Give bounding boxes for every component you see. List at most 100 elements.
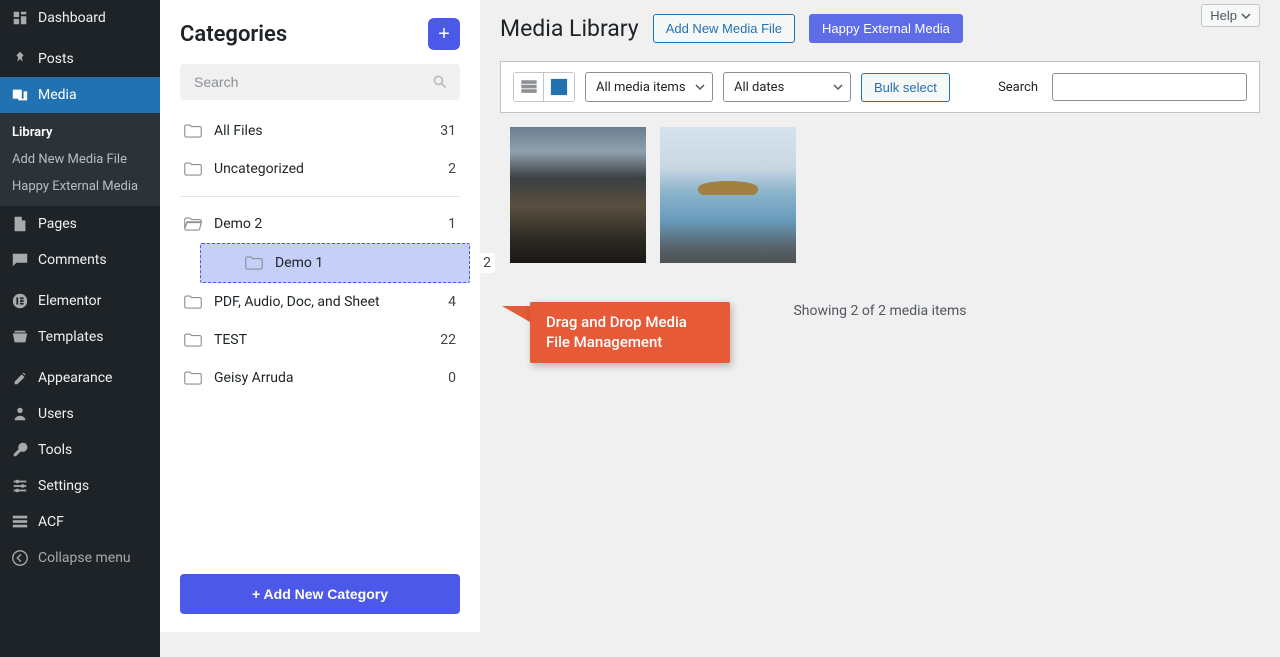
chevron-down-icon — [694, 81, 706, 93]
category-demo-2[interactable]: Demo 2 1 — [180, 205, 460, 243]
admin-sidebar: Dashboard Posts Media Library Add New Me… — [0, 0, 160, 657]
menu-label: Elementor — [38, 293, 101, 309]
menu-label: Users — [38, 406, 74, 422]
menu-pages[interactable]: Pages — [0, 206, 160, 242]
media-search-input[interactable] — [1052, 73, 1247, 101]
tools-icon — [10, 440, 30, 460]
media-grid — [500, 127, 1260, 263]
media-thumbnail[interactable] — [660, 127, 796, 263]
menu-tools[interactable]: Tools — [0, 432, 160, 468]
category-count: 31 — [440, 123, 456, 139]
comments-icon — [10, 250, 30, 270]
submenu-add-new[interactable]: Add New Media File — [0, 146, 160, 173]
menu-templates[interactable]: Templates — [0, 319, 160, 355]
menu-label: ACF — [38, 514, 64, 530]
add-category-icon-button[interactable]: + — [428, 18, 460, 50]
main-content: Help Media Library Add New Media File Ha… — [480, 0, 1280, 339]
menu-label: Media — [38, 87, 77, 103]
menu-appearance[interactable]: Appearance — [0, 360, 160, 396]
menu-label: Settings — [38, 478, 89, 494]
templates-icon — [10, 327, 30, 347]
menu-posts[interactable]: Posts — [0, 41, 160, 77]
folder-icon — [245, 256, 263, 270]
category-label: Geisy Arruda — [214, 370, 448, 386]
view-toggle — [513, 72, 575, 102]
users-icon — [10, 404, 30, 424]
select-value: All dates — [734, 80, 784, 95]
menu-label: Appearance — [38, 370, 112, 386]
media-thumbnail[interactable] — [510, 127, 646, 263]
menu-label: Comments — [38, 252, 107, 268]
menu-elementor[interactable]: Elementor — [0, 283, 160, 319]
category-count: 4 — [448, 294, 456, 310]
category-count: 1 — [448, 216, 456, 232]
add-new-media-button[interactable]: Add New Media File — [653, 14, 795, 43]
submenu-library[interactable]: Library — [0, 119, 160, 146]
page-title: Media Library — [500, 15, 639, 42]
menu-acf[interactable]: ACF — [0, 504, 160, 540]
category-uncategorized[interactable]: Uncategorized 2 — [180, 150, 460, 188]
folder-icon — [184, 371, 202, 385]
category-demo-1-dragging[interactable]: Demo 1 2 — [200, 243, 470, 283]
menu-collapse[interactable]: Collapse menu — [0, 540, 160, 576]
select-value: All media items — [596, 80, 686, 95]
folder-icon — [184, 333, 202, 347]
filter-dates-select[interactable]: All dates — [723, 72, 851, 102]
settings-icon — [10, 476, 30, 496]
menu-label: Dashboard — [38, 10, 106, 26]
search-label: Search — [998, 80, 1038, 95]
chevron-down-icon — [1241, 11, 1251, 21]
view-list-button[interactable] — [514, 73, 544, 101]
category-pdf-audio[interactable]: PDF, Audio, Doc, and Sheet 4 — [180, 283, 460, 321]
collapse-icon — [10, 548, 30, 568]
chevron-down-icon — [832, 81, 844, 93]
menu-label: Templates — [38, 329, 104, 345]
category-label: Demo 1 — [275, 255, 465, 271]
showing-count: Showing 2 of 2 media items — [500, 303, 1260, 319]
category-label: TEST — [214, 332, 440, 348]
folder-open-icon — [184, 217, 202, 231]
view-grid-button[interactable] — [544, 73, 574, 101]
media-toolbar: All media items All dates Bulk select Se… — [500, 61, 1260, 113]
menu-label: Posts — [38, 51, 74, 67]
categories-panel: Categories + All Files 31 Uncategorized … — [160, 0, 480, 632]
category-label: Uncategorized — [214, 161, 448, 177]
menu-dashboard[interactable]: Dashboard — [0, 0, 160, 36]
categories-title: Categories — [180, 22, 287, 47]
pages-icon — [10, 214, 30, 234]
appearance-icon — [10, 368, 30, 388]
divider — [180, 196, 460, 197]
menu-label: Pages — [38, 216, 77, 232]
category-count: 2 — [448, 161, 456, 177]
menu-settings[interactable]: Settings — [0, 468, 160, 504]
folder-icon — [184, 124, 202, 138]
folder-icon — [184, 162, 202, 176]
filter-media-type-select[interactable]: All media items — [585, 72, 713, 102]
bulk-select-button[interactable]: Bulk select — [861, 73, 950, 102]
dashboard-icon — [10, 8, 30, 28]
add-new-category-button[interactable]: + Add New Category — [180, 574, 460, 614]
category-count: 0 — [448, 370, 456, 386]
menu-users[interactable]: Users — [0, 396, 160, 432]
category-label: All Files — [214, 123, 440, 139]
submenu-happy[interactable]: Happy External Media — [0, 173, 160, 200]
help-button[interactable]: Help — [1201, 4, 1260, 27]
category-geisy[interactable]: Geisy Arruda 0 — [180, 359, 460, 397]
happy-external-media-button[interactable]: Happy External Media — [809, 14, 963, 43]
folder-icon — [184, 295, 202, 309]
media-submenu: Library Add New Media File Happy Externa… — [0, 113, 160, 206]
category-label: PDF, Audio, Doc, and Sheet — [214, 294, 448, 310]
category-test[interactable]: TEST 22 — [180, 321, 460, 359]
category-label: Demo 2 — [214, 216, 448, 232]
elementor-icon — [10, 291, 30, 311]
categories-list: All Files 31 Uncategorized 2 Demo 2 1 De… — [180, 112, 460, 574]
menu-media[interactable]: Media — [0, 77, 160, 113]
categories-search-input[interactable] — [180, 64, 460, 100]
help-label: Help — [1210, 8, 1237, 23]
search-icon — [432, 74, 448, 90]
menu-label: Tools — [38, 442, 72, 458]
category-count: 22 — [440, 332, 456, 348]
pin-icon — [10, 49, 30, 69]
category-all-files[interactable]: All Files 31 — [180, 112, 460, 150]
menu-comments[interactable]: Comments — [0, 242, 160, 278]
